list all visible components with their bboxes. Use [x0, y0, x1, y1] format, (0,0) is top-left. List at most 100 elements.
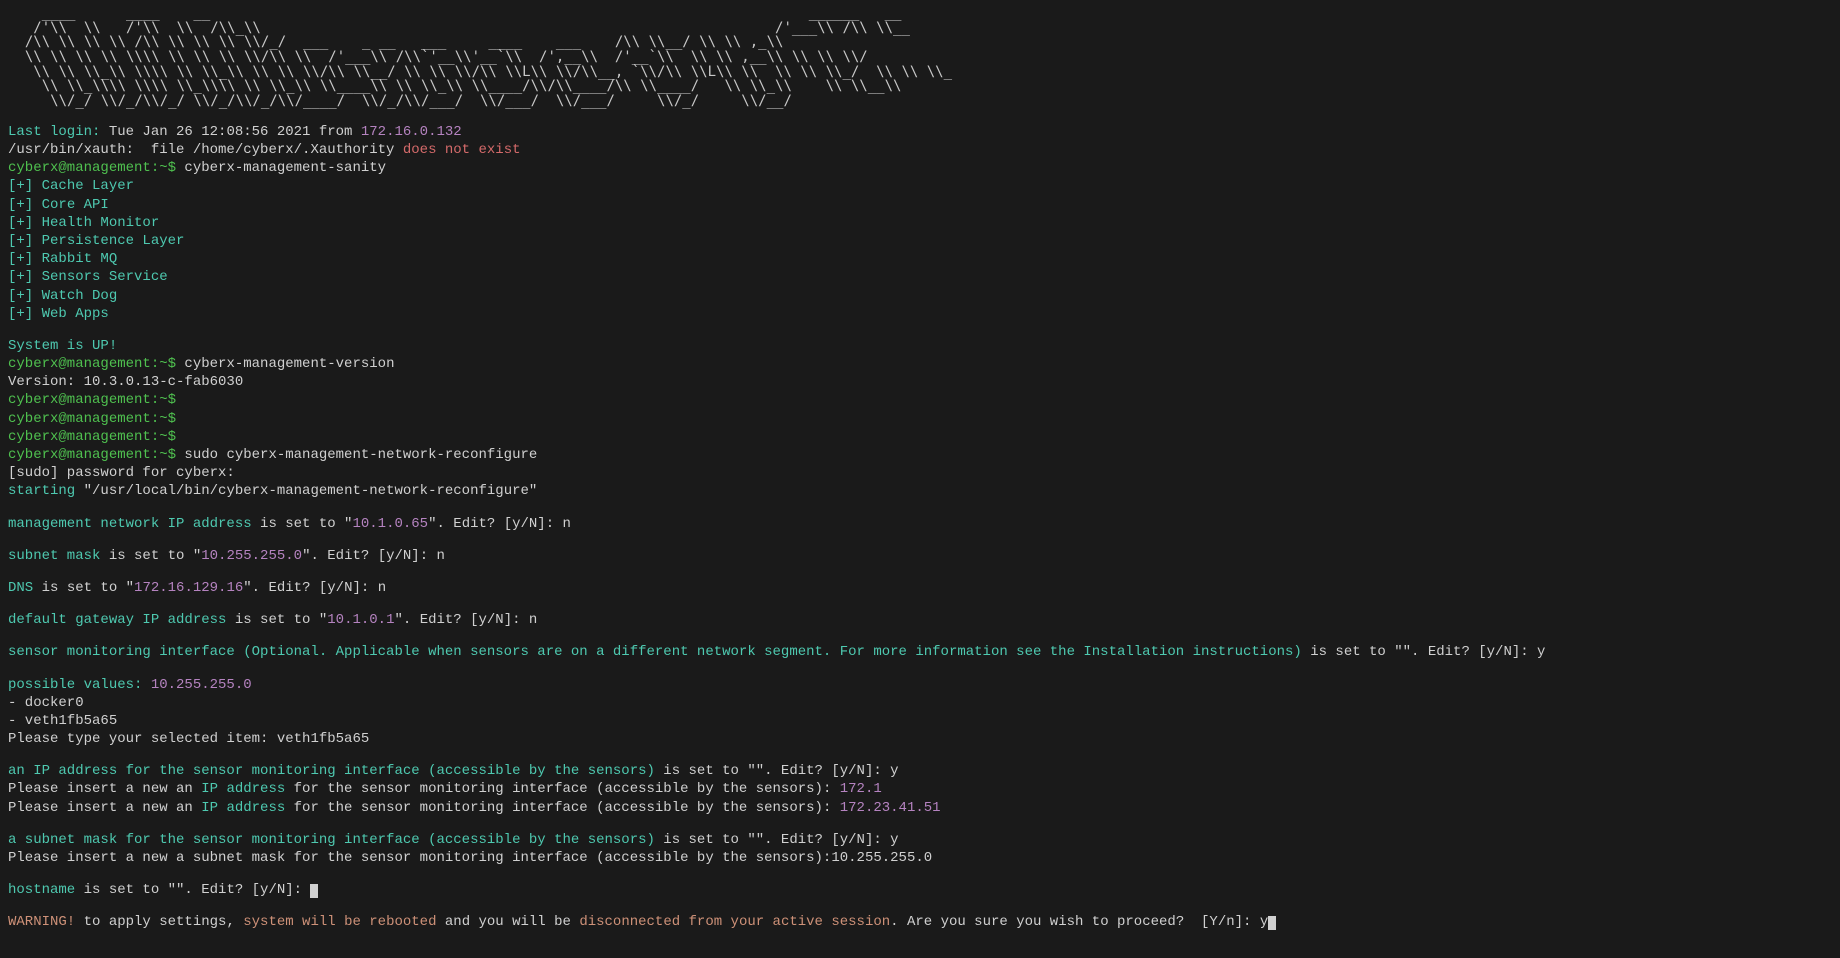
last-login-line: Last login: Tue Jan 26 12:08:56 2021 fro…	[8, 123, 1832, 141]
check-item: Cache Layer	[42, 178, 134, 194]
xauth-line: /usr/bin/xauth: file /home/cyberx/.Xauth…	[8, 141, 1832, 159]
selected-item-line[interactable]: Please type your selected item: veth1fb5…	[8, 730, 1832, 748]
warning-t2: and you will be	[436, 914, 579, 930]
subnet-suffix: ". Edit? [y/N]: n	[302, 548, 445, 564]
check-prefix: [+]	[8, 178, 42, 194]
empty-prompt-3[interactable]: cyberx@management:~$	[8, 428, 1832, 446]
check-item: Sensors Service	[42, 269, 168, 285]
command-version: cyberx-management-version	[176, 356, 394, 372]
check-item: Core API	[42, 197, 109, 213]
ip-address-link: IP address	[201, 800, 285, 816]
subnet-mid: is set to "	[100, 548, 201, 564]
cursor-icon	[1268, 916, 1276, 930]
mgmt-ip-value: 10.1.0.65	[352, 516, 428, 532]
starting-line: starting "/usr/local/bin/cyberx-manageme…	[8, 482, 1832, 500]
insert-subnet-line[interactable]: Please insert a new a subnet mask for th…	[8, 849, 1832, 867]
check-prefix: [+]	[8, 233, 42, 249]
check-prefix: [+]	[8, 215, 42, 231]
mgmt-ip-prompt[interactable]: management network IP address is set to …	[8, 515, 1832, 533]
warning-label: WARNING!	[8, 914, 75, 930]
insert-prefix: Please insert a new an	[8, 800, 201, 816]
insert-value: 172.23.41.51	[840, 800, 941, 816]
sensor-iface-suffix: is set to "". Edit? [y/N]: y	[1302, 644, 1546, 660]
insert-prefix: Please insert a new an	[8, 781, 201, 797]
shell-prompt: cyberx@management:~$	[8, 356, 176, 372]
warning-t3: . Are you sure you wish to proceed? [Y/n…	[890, 914, 1268, 930]
starting-label: starting	[8, 483, 75, 499]
warning-reboot: system will be rebooted	[243, 914, 436, 930]
warning-disconnect: disconnected from your active session	[579, 914, 890, 930]
command-reconfigure: sudo cyberx-management-network-reconfigu…	[176, 447, 537, 463]
hostname-label: hostname	[8, 882, 75, 898]
check-item: Web Apps	[42, 306, 109, 322]
last-login-ip: 172.16.0.132	[361, 124, 462, 140]
insert-value: 172.1	[840, 781, 882, 797]
check-item: Health Monitor	[42, 215, 160, 231]
possible-values-value: 10.255.255.0	[142, 677, 251, 693]
hostname-prompt[interactable]: hostname is set to "". Edit? [y/N]:	[8, 881, 1832, 899]
sanity-check-list: [+] Cache Layer [+] Core API [+] Health …	[8, 177, 1832, 323]
mgmt-ip-suffix: ". Edit? [y/N]: n	[428, 516, 571, 532]
possible-values-line: possible values: 10.255.255.0	[8, 676, 1832, 694]
version-output: Version: 10.3.0.13-c-fab6030	[8, 373, 1832, 391]
insert-ip-line-2[interactable]: Please insert a new an IP address for th…	[8, 799, 1832, 817]
sensor-iface-label: sensor monitoring interface (Optional. A…	[8, 644, 1302, 660]
xauth-prefix: /usr/bin/xauth: file /home/cyberx/.Xauth…	[8, 142, 403, 158]
shell-prompt: cyberx@management:~$	[8, 447, 176, 463]
warning-t1: to apply settings,	[75, 914, 243, 930]
insert-mid: for the sensor monitoring interface (acc…	[285, 800, 840, 816]
check-prefix: [+]	[8, 197, 42, 213]
mgmt-ip-label: management network IP address	[8, 516, 252, 532]
gateway-prompt[interactable]: default gateway IP address is set to "10…	[8, 611, 1832, 629]
sensor-subnet-prompt[interactable]: a subnet mask for the sensor monitoring …	[8, 831, 1832, 849]
system-up-status: System is UP!	[8, 337, 1832, 355]
dns-mid: is set to "	[33, 580, 134, 596]
insert-mid: for the sensor monitoring interface (acc…	[285, 781, 840, 797]
check-prefix: [+]	[8, 251, 42, 267]
sudo-password-prompt[interactable]: [sudo] password for cyberx:	[8, 464, 1832, 482]
subnet-prompt[interactable]: subnet mask is set to "10.255.255.0". Ed…	[8, 547, 1832, 565]
dns-label: DNS	[8, 580, 33, 596]
last-login-label: Last login:	[8, 124, 100, 140]
dns-value: 172.16.129.16	[134, 580, 243, 596]
prompt-line-3[interactable]: cyberx@management:~$ sudo cyberx-managem…	[8, 446, 1832, 464]
check-prefix: [+]	[8, 288, 42, 304]
ascii-art-logo: ____ ____ __ ______ __ /'\\ \\ /'\\ \\ /…	[8, 6, 1832, 109]
prompt-line-2[interactable]: cyberx@management:~$ cyberx-management-v…	[8, 355, 1832, 373]
insert-ip-line-1[interactable]: Please insert a new an IP address for th…	[8, 780, 1832, 798]
sensor-iface-prompt[interactable]: sensor monitoring interface (Optional. A…	[8, 643, 1832, 661]
dns-prompt[interactable]: DNS is set to "172.16.129.16". Edit? [y/…	[8, 579, 1832, 597]
sensor-subnet-suffix: is set to "". Edit? [y/N]: y	[655, 832, 899, 848]
gateway-mid: is set to "	[226, 612, 327, 628]
sensor-ip-label: an IP address for the sensor monitoring …	[8, 763, 655, 779]
warning-line[interactable]: WARNING! to apply settings, system will …	[8, 913, 1832, 931]
sensor-ip-suffix: is set to "". Edit? [y/N]: y	[655, 763, 899, 779]
iface-option-2: - veth1fb5a65	[8, 712, 1832, 730]
hostname-suffix: is set to "". Edit? [y/N]:	[75, 882, 310, 898]
sensor-subnet-label: a subnet mask for the sensor monitoring …	[8, 832, 655, 848]
dns-suffix: ". Edit? [y/N]: n	[243, 580, 386, 596]
subnet-value: 10.255.255.0	[201, 548, 302, 564]
possible-values-label: possible values:	[8, 677, 142, 693]
check-item: Watch Dog	[42, 288, 118, 304]
mgmt-ip-mid: is set to "	[252, 516, 353, 532]
check-item: Rabbit MQ	[42, 251, 118, 267]
cursor-icon	[310, 884, 318, 898]
check-item: Persistence Layer	[42, 233, 185, 249]
sensor-ip-prompt[interactable]: an IP address for the sensor monitoring …	[8, 762, 1832, 780]
prompt-line-1[interactable]: cyberx@management:~$ cyberx-management-s…	[8, 159, 1832, 177]
check-prefix: [+]	[8, 306, 42, 322]
shell-prompt: cyberx@management:~$	[8, 160, 176, 176]
gateway-label: default gateway IP address	[8, 612, 226, 628]
ip-address-link: IP address	[201, 781, 285, 797]
empty-prompt-1[interactable]: cyberx@management:~$	[8, 391, 1832, 409]
gateway-suffix: ". Edit? [y/N]: n	[394, 612, 537, 628]
command-sanity: cyberx-management-sanity	[176, 160, 386, 176]
starting-path: "/usr/local/bin/cyberx-management-networ…	[75, 483, 537, 499]
xauth-error: does not exist	[403, 142, 521, 158]
check-prefix: [+]	[8, 269, 42, 285]
empty-prompt-2[interactable]: cyberx@management:~$	[8, 410, 1832, 428]
subnet-label: subnet mask	[8, 548, 100, 564]
iface-option-1: - docker0	[8, 694, 1832, 712]
gateway-value: 10.1.0.1	[327, 612, 394, 628]
